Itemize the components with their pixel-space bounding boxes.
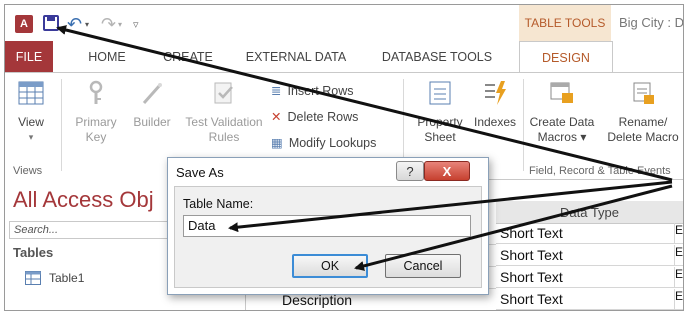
help-button[interactable]: ? xyxy=(396,161,424,181)
tab-design[interactable]: DESIGN xyxy=(519,41,613,73)
indexes-icon xyxy=(485,81,506,105)
property-sheet-button[interactable]: Property Sheet xyxy=(409,79,471,145)
trailing-cell: E xyxy=(674,245,683,266)
customize-toolbar-icon[interactable]: ▿ xyxy=(133,15,139,33)
delete-rows-icon: ✕ xyxy=(271,110,282,124)
nav-pane-title[interactable]: All Access Obj xyxy=(13,187,154,213)
rename-macro-icon xyxy=(633,82,654,104)
table-tools-context-title: TABLE TOOLS xyxy=(519,5,611,41)
wand-icon xyxy=(142,83,162,104)
rename-delete-macro-label: Rename/ xyxy=(618,115,668,129)
indexes-button[interactable]: Indexes xyxy=(471,79,519,130)
data-macro-icon xyxy=(550,82,573,103)
delete-rows-button[interactable]: ✕ Delete Rows xyxy=(271,109,359,125)
redo-icon[interactable]: ↷ xyxy=(101,14,116,34)
insert-rows-label: Insert Rows xyxy=(287,83,354,98)
view-button[interactable]: View ▾ xyxy=(11,79,51,145)
table-name-label: Table Name: xyxy=(183,197,254,211)
test-validation-label: Test Validation xyxy=(185,115,263,129)
property-sheet-icon xyxy=(429,81,451,105)
views-group-label: Views xyxy=(13,165,43,177)
table-icon xyxy=(25,271,41,285)
ok-button[interactable]: OK xyxy=(292,254,368,278)
insert-rows-icon: ≣ xyxy=(271,84,282,98)
tab-database-tools[interactable]: DATABASE TOOLS xyxy=(375,41,499,72)
save-as-dialog: Save As ? X Table Name: Data OK Cancel xyxy=(167,157,489,295)
validation-icon xyxy=(214,82,233,104)
datasheet-view-icon xyxy=(18,81,44,105)
modify-lookups-label: Modify Lookups xyxy=(288,135,377,150)
property-sheet-label: Property xyxy=(417,115,463,129)
group-separator xyxy=(61,79,62,171)
tab-file[interactable]: FILE xyxy=(5,41,53,72)
primary-key-label: Primary xyxy=(75,115,117,129)
undo-icon[interactable]: ↶ xyxy=(67,14,82,34)
data-type-cell[interactable]: Short Text xyxy=(496,267,683,288)
delete-rows-label: Delete Rows xyxy=(287,109,359,124)
dialog-title: Save As xyxy=(176,165,224,180)
nav-item-label: Table1 xyxy=(49,271,85,285)
create-data-macros-label: Create Data xyxy=(529,115,595,129)
save-icon[interactable] xyxy=(43,15,59,31)
test-validation-label-2: Rules xyxy=(208,130,240,144)
title-bar: A ↶ ▾ ↷ ▾ ▿ TABLE TOOLS Big City : D xyxy=(5,5,683,41)
modify-lookups-icon: ▦ xyxy=(271,136,283,150)
view-dropdown-icon: ▾ xyxy=(28,132,34,142)
cancel-button[interactable]: Cancel xyxy=(385,254,461,278)
data-type-cell[interactable]: Short Text xyxy=(496,245,683,266)
rename-delete-macro-label-2: Delete Macro xyxy=(607,130,679,144)
close-button[interactable]: X xyxy=(424,161,470,181)
field-record-table-events-group-label: Field, Record & Table Events xyxy=(529,165,671,177)
trailing-cell: E xyxy=(674,267,683,288)
key-icon xyxy=(89,80,103,104)
column-header-data-type[interactable]: Data Type xyxy=(496,201,683,224)
rename-delete-macro-button[interactable]: Rename/ Delete Macro xyxy=(603,79,683,145)
tab-external-data[interactable]: EXTERNAL DATA xyxy=(237,41,355,72)
tab-create[interactable]: CREATE xyxy=(155,41,221,72)
tab-home[interactable]: HOME xyxy=(77,41,137,72)
primary-key-button[interactable]: Primary Key xyxy=(69,79,123,145)
redo-dropdown-icon[interactable]: ▾ xyxy=(118,15,122,33)
ribbon-tabs: FILE HOME CREATE EXTERNAL DATA DATABASE … xyxy=(5,41,683,73)
indexes-label: Indexes xyxy=(473,115,517,129)
nav-section-tables[interactable]: Tables xyxy=(13,245,53,260)
test-validation-rules-button[interactable]: Test Validation Rules xyxy=(179,79,269,145)
modify-lookups-button[interactable]: ▦ Modify Lookups xyxy=(271,135,377,151)
trailing-cell: E xyxy=(674,223,683,244)
create-data-macros-button[interactable]: Create Data Macros ▾ xyxy=(525,79,599,145)
app-title: Big City : D xyxy=(619,15,684,30)
table-name-input[interactable]: Data xyxy=(183,215,471,237)
data-type-cell[interactable]: Short Text xyxy=(496,289,683,310)
trailing-cell: E xyxy=(674,289,683,310)
primary-key-label-2: Key xyxy=(85,130,107,144)
builder-label: Builder xyxy=(133,115,171,129)
create-data-macros-label-2: Macros ▾ xyxy=(537,130,587,144)
nav-item-table1[interactable]: Table1 xyxy=(25,271,84,285)
data-type-cell[interactable]: Short Text xyxy=(496,223,683,244)
undo-dropdown-icon[interactable]: ▾ xyxy=(85,15,89,33)
property-sheet-label-2: Sheet xyxy=(424,130,456,144)
group-separator xyxy=(523,79,524,171)
builder-button[interactable]: Builder xyxy=(127,79,177,130)
access-logo-icon: A xyxy=(15,15,33,33)
view-label: View xyxy=(18,115,44,129)
insert-rows-button[interactable]: ≣ Insert Rows xyxy=(271,83,354,99)
dialog-body: Table Name: Data OK Cancel xyxy=(174,186,482,288)
